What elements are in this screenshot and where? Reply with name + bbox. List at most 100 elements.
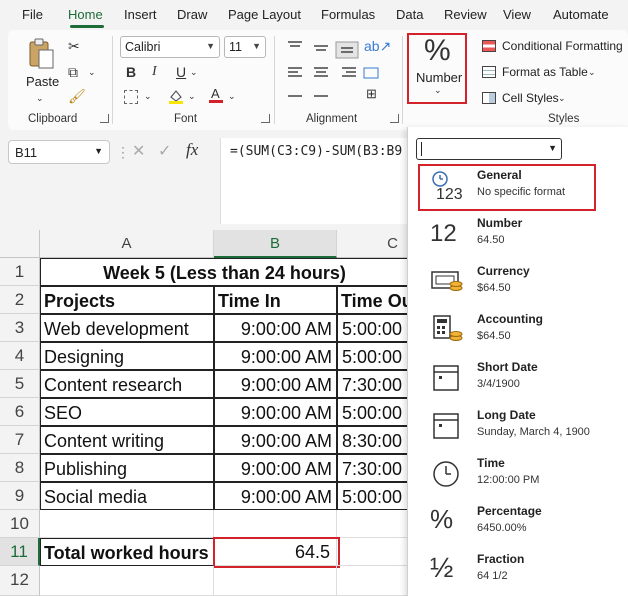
font-name-combo[interactable]: Calibri ▼ <box>120 36 220 58</box>
underline-chevron-icon[interactable]: ⌄ <box>190 64 198 80</box>
tab-view[interactable]: View <box>503 7 531 22</box>
row-header-12[interactable]: 12 <box>0 566 40 596</box>
more-dots-icon: ⋮ <box>116 144 130 160</box>
tab-page-layout[interactable]: Page Layout <box>228 7 301 22</box>
row-header-7[interactable]: 7 <box>0 426 40 454</box>
font-launcher-icon[interactable] <box>261 114 270 123</box>
orientation-icon[interactable]: ab↗ <box>364 38 391 54</box>
font-color-chevron-icon[interactable]: ⌄ <box>228 88 236 104</box>
cell-styles-chevron-icon[interactable]: ⌄ <box>558 90 566 106</box>
cancel-icon[interactable]: ✕ <box>132 144 145 160</box>
italic-button[interactable]: I <box>152 64 157 80</box>
insert-function-icon[interactable]: fx <box>186 141 198 158</box>
name-box[interactable]: B11 ▼ <box>8 140 110 164</box>
header-projects[interactable]: Projects <box>40 286 214 314</box>
project-cell[interactable]: SEO <box>40 398 214 426</box>
row-header-11[interactable]: 11 <box>0 538 40 566</box>
format-item-time[interactable]: Time 12:00:00 PM <box>416 452 606 498</box>
sheet-title-cell[interactable]: Week 5 (Less than 24 hours) <box>40 258 449 286</box>
format-item-currency[interactable]: Currency $64.50 <box>416 260 606 306</box>
number-format-combo[interactable]: ▼ <box>416 138 562 160</box>
enter-icon[interactable]: ✓ <box>158 144 171 160</box>
paste-icon[interactable] <box>26 38 56 72</box>
conditional-formatting-button[interactable]: Conditional Formatting <box>502 39 623 53</box>
select-all-corner[interactable] <box>0 230 40 258</box>
alignment-launcher-icon[interactable] <box>390 114 399 123</box>
header-time-in[interactable]: Time In <box>214 286 337 314</box>
time-in-cell[interactable]: 9:00:00 AM <box>214 398 337 426</box>
font-size-combo[interactable]: 11 ▼ <box>224 36 266 58</box>
row-header-1[interactable]: 1 <box>0 258 40 286</box>
copy-icon[interactable]: ⧉ <box>68 64 78 80</box>
total-label-cell[interactable]: Total worked hours <box>40 538 214 566</box>
time-in-cell[interactable]: 9:00:00 AM <box>214 370 337 398</box>
format-table-icon <box>482 66 496 78</box>
cut-icon[interactable]: ✂ <box>68 38 80 54</box>
tab-automate[interactable]: Automate <box>553 7 609 22</box>
fill-color-icon[interactable] <box>168 88 184 104</box>
font-color-icon[interactable]: A <box>208 86 224 104</box>
underline-button[interactable]: U <box>176 64 186 80</box>
row-header-3[interactable]: 3 <box>0 314 40 342</box>
paste-button[interactable]: Paste <box>26 74 59 89</box>
project-cell[interactable]: Content writing <box>40 426 214 454</box>
format-title: Long Date <box>477 408 536 422</box>
row-header-2[interactable]: 2 <box>0 286 40 314</box>
tab-insert[interactable]: Insert <box>124 7 157 22</box>
paste-chevron-icon[interactable]: ⌄ <box>36 90 44 106</box>
borders-chevron-icon[interactable]: ⌄ <box>144 88 152 104</box>
tab-formulas[interactable]: Formulas <box>321 7 375 22</box>
chevron-down-icon: ▼ <box>252 41 261 51</box>
format-sample: $64.50 <box>477 330 511 342</box>
alignment-group-label: Alignment <box>306 113 358 125</box>
format-item-fraction[interactable]: ½ Fraction 64 1/2 <box>416 548 606 594</box>
number-12-icon: 12 <box>430 220 457 247</box>
format-table-chevron-icon[interactable]: ⌄ <box>588 64 596 80</box>
copy-chevron-icon[interactable]: ⌄ <box>88 64 96 80</box>
format-item-number[interactable]: 12 Number 64.50 <box>416 212 606 258</box>
project-cell[interactable]: Web development <box>40 314 214 342</box>
format-item-percentage[interactable]: % Percentage 6450.00% <box>416 500 606 546</box>
project-cell[interactable]: Designing <box>40 342 214 370</box>
row-header-8[interactable]: 8 <box>0 454 40 482</box>
format-item-short-date[interactable]: Short Date 3/4/1900 <box>416 356 606 402</box>
active-cell-highlight <box>213 537 340 568</box>
format-item-accounting[interactable]: Accounting $64.50 <box>416 308 606 354</box>
time-in-cell[interactable]: 9:00:00 AM <box>214 342 337 370</box>
time-in-cell[interactable]: 9:00:00 AM <box>214 482 337 510</box>
empty-cell[interactable] <box>40 510 214 538</box>
cell-styles-button[interactable]: Cell Styles <box>502 91 559 105</box>
clipboard-launcher-icon[interactable] <box>100 114 109 123</box>
tab-data[interactable]: Data <box>396 7 423 22</box>
format-painter-icon[interactable]: 🖌 <box>68 88 86 104</box>
time-in-cell[interactable]: 9:00:00 AM <box>214 426 337 454</box>
bold-button[interactable]: B <box>126 64 136 80</box>
currency-icon <box>430 266 466 298</box>
format-sample: 3/4/1900 <box>477 378 520 390</box>
active-tab-indicator <box>70 25 104 28</box>
empty-cell[interactable] <box>214 566 337 596</box>
row-header-4[interactable]: 4 <box>0 342 40 370</box>
tab-home[interactable]: Home <box>68 7 103 22</box>
empty-cell[interactable] <box>214 510 337 538</box>
column-header-a[interactable]: A <box>40 230 214 258</box>
borders-icon[interactable] <box>124 90 138 104</box>
time-in-cell[interactable]: 9:00:00 AM <box>214 454 337 482</box>
format-item-long-date[interactable]: Long Date Sunday, March 4, 1900 <box>416 404 621 450</box>
format-as-table-button[interactable]: Format as Table <box>502 65 588 79</box>
row-header-6[interactable]: 6 <box>0 398 40 426</box>
tab-draw[interactable]: Draw <box>177 7 207 22</box>
project-cell[interactable]: Social media <box>40 482 214 510</box>
row-header-9[interactable]: 9 <box>0 482 40 510</box>
fill-chevron-icon[interactable]: ⌄ <box>188 88 196 104</box>
merge-icon[interactable]: ⊞ <box>366 86 377 102</box>
project-cell[interactable]: Content research <box>40 370 214 398</box>
row-header-10[interactable]: 10 <box>0 510 40 538</box>
tab-file[interactable]: File <box>22 7 43 22</box>
column-header-b[interactable]: B <box>214 230 337 258</box>
empty-cell[interactable] <box>40 566 214 596</box>
tab-review[interactable]: Review <box>444 7 487 22</box>
project-cell[interactable]: Publishing <box>40 454 214 482</box>
time-in-cell[interactable]: 9:00:00 AM <box>214 314 337 342</box>
row-header-5[interactable]: 5 <box>0 370 40 398</box>
